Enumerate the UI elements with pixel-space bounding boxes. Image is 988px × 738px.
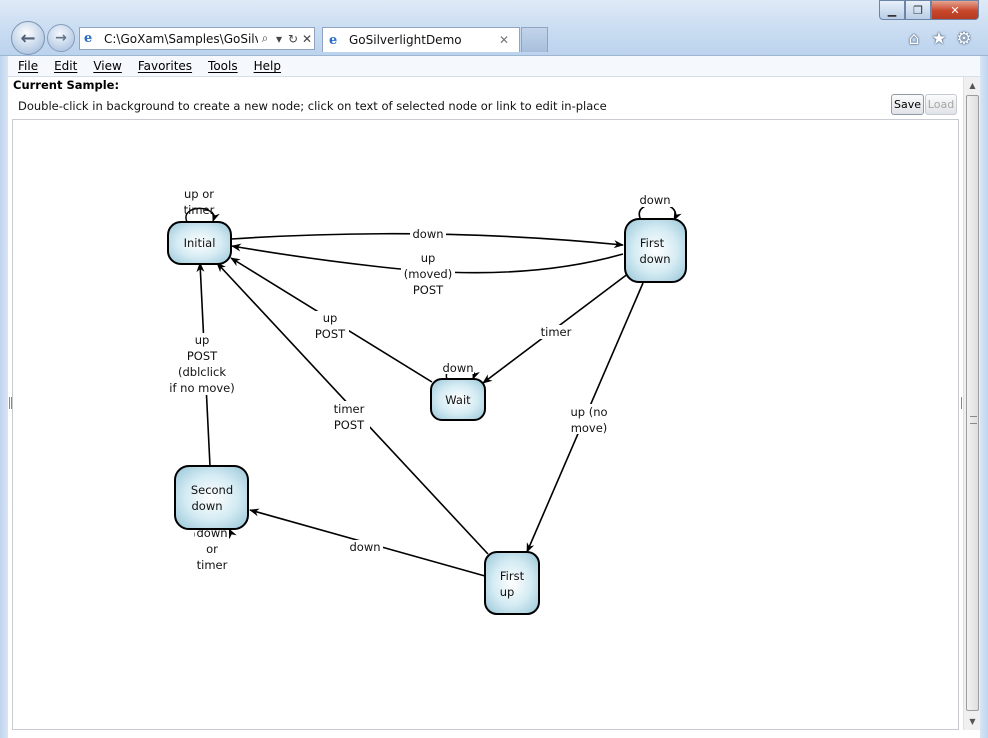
node-label[interactable]: Initial (184, 236, 216, 250)
link-label[interactable]: timer (541, 325, 572, 339)
link-first-up-to-second-down[interactable]: down (249, 508, 486, 577)
load-button: Load (925, 94, 957, 115)
link-label[interactable]: or (206, 542, 218, 556)
diagram-canvas[interactable]: down up (moved) POST up POST timer up PO… (12, 119, 959, 730)
link-label[interactable]: POST (315, 327, 346, 341)
scrollbar-thumb[interactable] (966, 95, 979, 711)
tab-label: GoSilverlightDemo (349, 33, 462, 47)
menu-favorites[interactable]: Favorites (138, 59, 192, 73)
maximize-button[interactable]: ❐ (905, 0, 931, 20)
link-label[interactable]: move) (571, 421, 608, 435)
link-label[interactable]: POST (187, 349, 218, 363)
link-label[interactable]: up (323, 311, 338, 325)
new-tab-button[interactable] (521, 27, 548, 52)
link-label[interactable]: up or (184, 187, 214, 201)
link-second-down-self[interactable]: down or timer (194, 526, 237, 572)
link-label[interactable]: up (421, 251, 436, 265)
link-second-down-to-initial[interactable]: up POST (dblclick if no move) (167, 262, 237, 467)
browser-chrome: ← → e C:\GoXam\Samples\GoSilv ⌕ ▾ ↻ ✕ e … (0, 0, 988, 56)
link-first-down-to-first-up[interactable]: up (no move) (526, 282, 644, 553)
window-controls: ▁ ❐ ✕ (879, 0, 979, 20)
link-label[interactable]: down (349, 540, 380, 554)
node-label[interactable]: Second (191, 483, 233, 497)
node-label[interactable]: down (191, 499, 222, 513)
node-label[interactable]: down (639, 252, 670, 266)
state-chart[interactable]: down up (moved) POST up POST timer up PO… (13, 120, 959, 730)
link-initial-self[interactable]: up or timer (184, 187, 220, 223)
node-first-up[interactable]: First up (484, 551, 540, 615)
menu-help[interactable]: Help (254, 59, 281, 73)
window-frame-right (980, 56, 988, 738)
current-sample-heading: Current Sample: (13, 78, 120, 92)
save-button[interactable]: Save (891, 94, 924, 115)
tools-gear-icon[interactable]: ⚙ (954, 29, 974, 49)
link-label[interactable]: up (no (570, 405, 607, 419)
refresh-icon[interactable]: ↻ (286, 32, 300, 46)
link-label[interactable]: timer (334, 402, 365, 416)
link-label[interactable]: timer (197, 558, 228, 572)
address-dropdown-icon[interactable]: ▾ (272, 32, 286, 46)
forward-arrow-icon: → (55, 30, 67, 46)
link-label[interactable]: down (639, 193, 670, 207)
stop-icon[interactable]: ✕ (300, 32, 314, 46)
link-label[interactable]: POST (334, 418, 365, 432)
back-button[interactable]: ← (11, 21, 45, 55)
link-first-down-to-initial[interactable]: up (moved) POST (231, 243, 624, 297)
favorites-icon[interactable]: ★ (929, 29, 949, 49)
window-frame-left (0, 56, 8, 738)
link-label[interactable]: POST (413, 283, 444, 297)
link-first-down-self[interactable]: down (638, 193, 682, 221)
link-label[interactable]: (moved) (404, 267, 452, 281)
close-button[interactable]: ✕ (931, 0, 979, 20)
node-first-down[interactable]: First down (624, 218, 687, 283)
scroll-up-icon[interactable]: ▲ (964, 77, 981, 94)
tab-gosilverlightdemo[interactable]: e GoSilverlightDemo ✕ (322, 27, 520, 52)
menu-view[interactable]: View (93, 59, 121, 73)
menu-edit[interactable]: Edit (54, 59, 77, 73)
left-splitter-grip[interactable] (9, 397, 12, 409)
link-label[interactable]: if no move) (169, 381, 235, 395)
back-arrow-icon: ← (20, 27, 36, 49)
node-label[interactable]: Wait (445, 393, 471, 407)
link-initial-to-first-down[interactable]: down (230, 227, 624, 249)
search-icon[interactable]: ⌕ (258, 31, 272, 46)
forward-button[interactable]: → (47, 24, 75, 52)
node-label[interactable]: First (640, 236, 665, 250)
menu-file[interactable]: File (18, 59, 38, 73)
link-label[interactable]: down (442, 361, 473, 375)
tab-close-icon[interactable]: ✕ (499, 33, 513, 47)
scroll-grip-icon (970, 416, 977, 424)
node-label[interactable]: First (500, 569, 525, 583)
node-initial[interactable]: Initial (167, 221, 232, 265)
home-icon[interactable]: ⌂ (904, 29, 924, 49)
node-wait[interactable]: Wait (430, 378, 486, 421)
menu-bar: File Edit View Favorites Tools Help (8, 56, 980, 77)
minimize-button[interactable]: ▁ (879, 0, 905, 20)
scroll-down-icon[interactable]: ▼ (964, 713, 981, 730)
vertical-scrollbar[interactable]: ▲ ▼ (963, 77, 980, 730)
node-second-down[interactable]: Second down (174, 465, 249, 530)
instructions-text: Double-click in background to create a n… (18, 99, 607, 113)
address-text: C:\GoXam\Samples\GoSilv (104, 31, 258, 46)
menu-tools[interactable]: Tools (208, 59, 238, 73)
link-wait-self[interactable]: down (442, 361, 480, 380)
link-label[interactable]: up (195, 333, 210, 347)
node-label[interactable]: up (500, 585, 515, 599)
link-label[interactable]: (dblclick (178, 365, 226, 379)
link-label[interactable]: timer (184, 203, 215, 217)
page-icon: e (84, 31, 93, 46)
tab-page-icon: e (329, 32, 338, 48)
address-bar[interactable]: e C:\GoXam\Samples\GoSilv ⌕ ▾ ↻ ✕ (79, 27, 315, 50)
link-label[interactable]: down (412, 227, 443, 241)
